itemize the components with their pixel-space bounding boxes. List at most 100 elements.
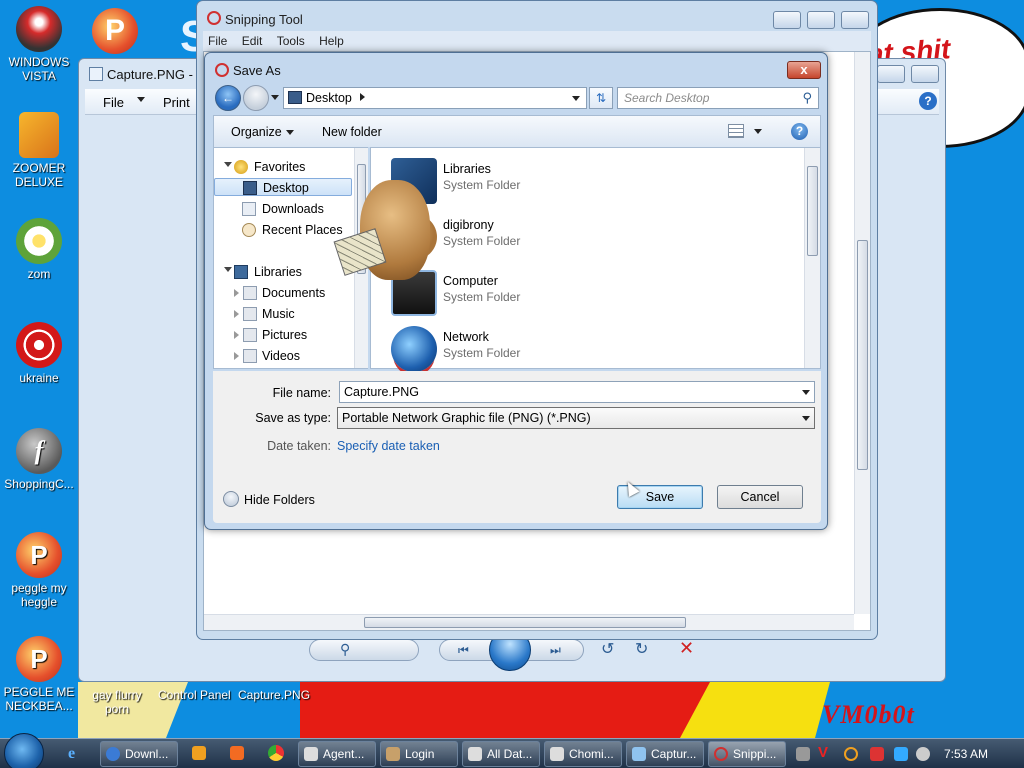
rotate-right-icon[interactable]: ↻ [635, 639, 648, 659]
taskbar-item-agent[interactable]: Agent... [298, 741, 376, 767]
hide-folders-icon[interactable] [223, 491, 239, 507]
collapse-arrow-icon[interactable] [234, 331, 239, 339]
new-folder-button[interactable]: New folder [322, 125, 382, 139]
desktop-icon-ukraine[interactable]: ukraine [0, 322, 78, 385]
file-scrollbar[interactable] [804, 148, 820, 368]
taskbar-item-login[interactable]: Login [380, 741, 458, 767]
nav-music[interactable]: Music [234, 305, 295, 323]
ie-icon[interactable]: e [68, 745, 75, 763]
desktop-icon-zoomer-deluxe[interactable]: ZOOMER DELUXE [0, 112, 78, 189]
menu-tools[interactable]: Tools [277, 34, 305, 48]
forward-arrow-icon[interactable] [243, 85, 269, 111]
close-button[interactable]: x [787, 61, 821, 79]
taskbar-item-all-data[interactable]: All Dat... [462, 741, 540, 767]
collapse-arrow-icon[interactable] [234, 352, 239, 360]
rotate-left-icon[interactable]: ↺ [601, 639, 614, 659]
search-icon[interactable]: ⚲ [802, 90, 812, 106]
help-icon[interactable]: ? [791, 123, 808, 140]
filename-field[interactable]: Capture.PNG [339, 381, 815, 403]
chrome-icon[interactable] [268, 745, 284, 761]
nav-libraries[interactable]: Libraries [234, 263, 302, 281]
peggle-shortcut-icon[interactable]: P [92, 8, 138, 54]
menu-edit[interactable]: Edit [242, 34, 263, 48]
save-as-type-select[interactable]: Portable Network Graphic file (PNG) (*.P… [337, 407, 815, 429]
back-arrow-icon[interactable]: ← [215, 85, 241, 111]
desktop-icon-windows-vista[interactable]: WINDOWS VISTA [0, 6, 78, 83]
print-menu[interactable]: Print [163, 95, 190, 110]
save-as-dialog[interactable]: Save As x ← Desktop ⇅ Search Desktop ⚲ O… [204, 52, 828, 530]
desktop-icon-shopping[interactable]: f ShoppingC... [0, 428, 78, 491]
help-icon[interactable]: ? [919, 92, 937, 110]
menu-help[interactable]: Help [319, 34, 344, 48]
vertical-scrollbar[interactable] [854, 52, 870, 614]
taskbar-item-capture[interactable]: Captur... [626, 741, 704, 767]
taskbar-item-chomi[interactable]: Chomi... [544, 741, 622, 767]
delete-icon[interactable]: ✕ [679, 638, 694, 659]
nav-videos[interactable]: Videos [234, 347, 300, 365]
tray-icon-v[interactable]: V [818, 744, 828, 761]
desktop-label-gay-flurry[interactable]: gay flurry porn [92, 688, 142, 716]
minimize-button[interactable] [773, 11, 801, 29]
specify-date-link[interactable]: Specify date taken [337, 439, 440, 453]
scrollbar-thumb[interactable] [857, 240, 868, 470]
horizontal-scrollbar[interactable] [204, 614, 854, 630]
nav-recent-places[interactable]: Recent Places [242, 221, 343, 239]
maximize-button[interactable] [807, 11, 835, 29]
tray-icon-network[interactable] [894, 747, 908, 761]
tray-icon-app[interactable] [796, 747, 810, 761]
desktop-icon-label: zom [27, 267, 51, 281]
file-item-digibrony[interactable]: digibrony System Folder [391, 212, 691, 264]
desktop-label-capture[interactable]: Capture.PNG [238, 688, 310, 702]
collapse-arrow-icon[interactable] [234, 310, 239, 318]
nav-desktop[interactable]: Desktop [214, 178, 352, 196]
address-location[interactable]: Desktop [306, 91, 352, 105]
nav-pictures[interactable]: Pictures [234, 326, 307, 344]
view-options-icon[interactable] [728, 124, 744, 138]
media-player-icon[interactable] [192, 746, 206, 760]
history-dropdown-icon[interactable] [271, 95, 279, 100]
next-icon[interactable]: ⏭ [550, 643, 561, 658]
zoom-button[interactable]: ⚲ [309, 639, 419, 661]
taskbar-clock[interactable]: 7:53 AM [944, 747, 988, 761]
tray-icon-flag[interactable] [870, 747, 884, 761]
desktop-icon-zom[interactable]: zom [0, 218, 78, 281]
start-button[interactable] [4, 733, 44, 768]
breadcrumb-arrow-icon[interactable] [360, 93, 365, 101]
collapse-arrow-icon[interactable] [234, 289, 239, 297]
scrollbar-thumb[interactable] [807, 166, 818, 256]
address-bar[interactable]: Desktop [283, 87, 587, 109]
nav-documents[interactable]: Documents [234, 284, 325, 302]
type-dropdown-icon[interactable] [802, 416, 810, 421]
cancel-button[interactable]: Cancel [717, 485, 803, 509]
close-button[interactable] [841, 11, 869, 29]
file-menu[interactable]: File [103, 95, 124, 110]
file-item-computer[interactable]: Computer System Folder [391, 268, 691, 320]
expand-arrow-icon[interactable] [224, 267, 232, 272]
menu-file[interactable]: File [208, 34, 227, 48]
filename-dropdown-icon[interactable] [802, 390, 810, 395]
taskbar-item-downloads[interactable]: Downl... [100, 741, 178, 767]
previous-icon[interactable]: ⏮ [458, 643, 469, 658]
chevron-down-icon[interactable] [754, 129, 762, 134]
expand-arrow-icon[interactable] [224, 162, 232, 167]
nav-downloads[interactable]: Downloads [242, 200, 324, 218]
file-name: Libraries [443, 162, 491, 176]
search-input[interactable]: Search Desktop ⚲ [617, 87, 819, 109]
organize-button[interactable]: Organize [231, 125, 282, 139]
refresh-icon[interactable]: ⇅ [589, 87, 613, 109]
desktop-label-control-panel[interactable]: Control Panel [158, 688, 231, 702]
minimize-button[interactable] [877, 65, 905, 83]
file-item-network[interactable]: Network System Folder [391, 324, 691, 376]
tray-icon-search[interactable] [844, 747, 858, 761]
hide-folders-button[interactable]: Hide Folders [244, 493, 315, 507]
maximize-button[interactable] [911, 65, 939, 83]
nav-favorites[interactable]: Favorites [234, 158, 305, 176]
taskbar-item-snipping[interactable]: Snippi... [708, 741, 786, 767]
desktop-icon-peggle-neckbeard[interactable]: P PEGGLE ME NECKBEA... [0, 636, 78, 713]
file-item-libraries[interactable]: Libraries System Folder [391, 156, 691, 208]
tray-icon-volume[interactable] [916, 747, 930, 761]
app-icon[interactable] [230, 746, 244, 760]
desktop-icon-peggle-my-heggle[interactable]: P peggle my heggle [0, 532, 78, 609]
address-dropdown-icon[interactable] [572, 96, 580, 101]
scrollbar-thumb[interactable] [364, 617, 686, 628]
